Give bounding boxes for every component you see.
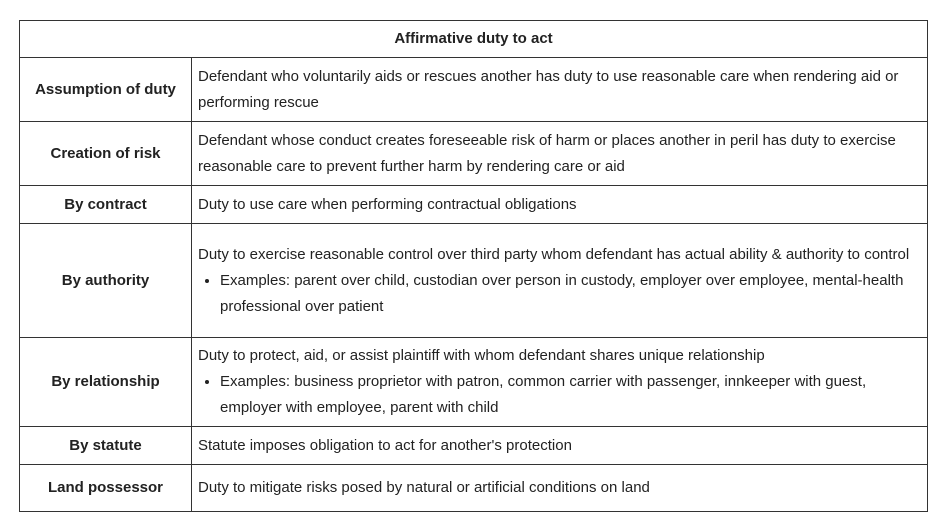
- table-title: Affirmative duty to act: [19, 20, 928, 58]
- row-label-creation-of-risk: Creation of risk: [19, 121, 192, 186]
- examples-list: Examples: parent over child, custodian o…: [198, 268, 921, 320]
- table-row: Creation of risk Defendant whose conduct…: [19, 121, 928, 186]
- row-description-by-authority: Duty to exercise reasonable control over…: [198, 245, 910, 263]
- table-row: By contract Duty to use care when perfor…: [19, 185, 928, 224]
- row-description-by-statute: Statute imposes obligation to act for an…: [191, 426, 928, 465]
- table-row: Land possessor Duty to mitigate risks po…: [19, 464, 928, 512]
- row-content-by-relationship: Duty to protect, aid, or assist plaintif…: [191, 337, 928, 427]
- examples-item-by-authority: Examples: parent over child, custodian o…: [220, 268, 921, 320]
- row-description-by-contract: Duty to use care when performing contrac…: [191, 185, 928, 224]
- row-description-by-relationship: Duty to protect, aid, or assist plaintif…: [198, 347, 765, 364]
- row-label-land-possessor: Land possessor: [19, 464, 192, 512]
- table-row: By relationship Duty to protect, aid, or…: [19, 337, 928, 427]
- row-label-by-authority: By authority: [19, 223, 192, 338]
- table-header-row: Affirmative duty to act: [19, 20, 928, 58]
- table-row: By authority Duty to exercise reasonable…: [19, 223, 928, 338]
- row-label-by-contract: By contract: [19, 185, 192, 224]
- table-row: Assumption of duty Defendant who volunta…: [19, 57, 928, 122]
- row-content-by-authority: Duty to exercise reasonable control over…: [191, 223, 928, 338]
- row-description-creation-of-risk: Defendant whose conduct creates foreseea…: [191, 121, 928, 186]
- examples-item-by-relationship: Examples: business proprietor with patro…: [220, 369, 921, 421]
- affirmative-duty-table: Affirmative duty to act Assumption of du…: [19, 20, 928, 512]
- row-label-by-relationship: By relationship: [19, 337, 192, 427]
- row-label-by-statute: By statute: [19, 426, 192, 465]
- table-row: By statute Statute imposes obligation to…: [19, 426, 928, 465]
- row-label-assumption-of-duty: Assumption of duty: [19, 57, 192, 122]
- row-description-assumption-of-duty: Defendant who voluntarily aids or rescue…: [191, 57, 928, 122]
- row-description-land-possessor: Duty to mitigate risks posed by natural …: [191, 464, 928, 512]
- examples-list: Examples: business proprietor with patro…: [198, 369, 921, 421]
